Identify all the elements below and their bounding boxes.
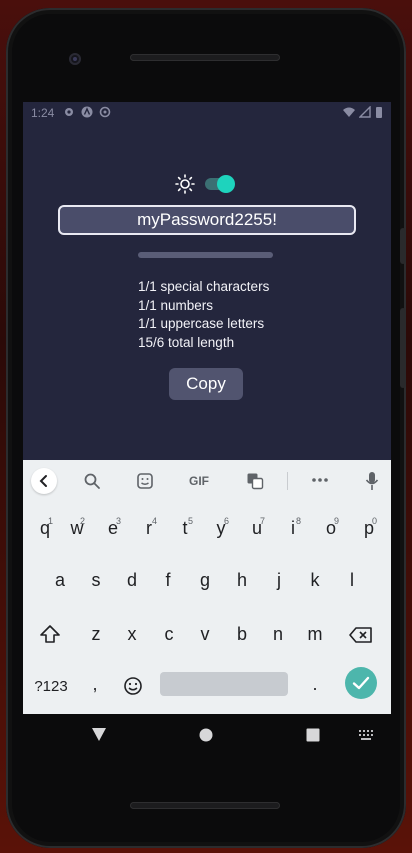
key-m[interactable]: m [304,624,326,645]
key-g[interactable]: g [195,570,215,591]
wifi-icon [343,107,355,117]
power-button [400,228,406,264]
key-a[interactable]: a [50,570,70,591]
more-icon[interactable] [311,476,329,484]
bottom-speaker [130,802,280,809]
requirements-list: 1/1 special characters 1/1 numbers 1/1 u… [138,278,269,352]
key-u[interactable]: u7 [247,516,267,539]
app-screen: 1:24 myPassword2255! 1/1 special charact… [23,102,391,714]
key-s[interactable]: s [86,570,106,591]
keyboard-toolbar: GIF [23,460,391,502]
space-bar[interactable] [160,672,288,696]
key-f[interactable]: f [158,570,178,591]
key-k[interactable]: k [305,570,325,591]
key-c[interactable]: c [159,624,179,645]
nav-back-icon[interactable] [91,727,107,743]
back-chevron-icon [39,475,47,487]
status-bar: 1:24 [23,102,391,124]
check-icon [352,676,370,690]
copy-button[interactable]: Copy [169,368,243,400]
status-time: 1:24 [31,106,55,120]
key-i[interactable]: i8 [283,516,303,539]
password-strength-bar [138,252,273,258]
requirement-numbers: 1/1 numbers [138,297,214,313]
key-t[interactable]: t5 [175,516,195,539]
key-p[interactable]: p0 [359,516,379,539]
settings-icon [65,108,73,116]
signal-icon [359,106,371,118]
emoji-icon[interactable] [123,676,143,696]
backspace-icon[interactable] [349,626,373,644]
password-input[interactable]: myPassword2255! [58,205,356,235]
key-l[interactable]: l [342,570,362,591]
requirement-length: 15/6 total length [138,334,235,350]
top-speaker [130,54,280,61]
key-w[interactable]: w2 [67,516,87,539]
key-z[interactable]: z [86,624,106,645]
key-h[interactable]: h [232,570,252,591]
soft-keyboard: GIF q1 w2 e3 r4 t5 y6 u7 i8 o9 p0 a s d … [23,460,391,714]
key-x[interactable]: x [122,624,142,645]
key-j[interactable]: j [269,570,289,591]
key-v[interactable]: v [195,624,215,645]
symbols-key[interactable]: ?123 [29,678,73,695]
system-nav-bar [23,714,391,758]
sun-icon [175,174,195,194]
key-d[interactable]: d [122,570,142,591]
key-period[interactable]: . [307,674,323,695]
requirement-uppercase: 1/1 uppercase letters [138,316,265,331]
enter-button[interactable] [345,667,377,699]
volume-button [400,308,406,388]
shift-icon[interactable] [39,624,61,644]
key-q[interactable]: q1 [35,516,55,539]
key-r[interactable]: r4 [139,516,159,539]
key-n[interactable]: n [268,624,288,645]
battery-icon [376,107,382,118]
key-b[interactable]: b [232,624,252,645]
key-o[interactable]: o9 [321,516,341,539]
key-e[interactable]: e3 [103,516,123,539]
sync-icon [99,106,111,118]
key-comma[interactable]: , [87,674,103,695]
requirement-special: 1/1 special characters [138,279,270,294]
keyboard-back-button[interactable] [31,468,57,494]
a11y-icon [81,106,93,118]
gif-icon[interactable]: GIF [185,470,213,492]
front-camera [69,53,81,65]
toolbar-divider [287,472,288,490]
theme-toggle-row [175,172,239,196]
theme-switch-thumb[interactable] [217,175,235,193]
nav-recents-icon[interactable] [306,728,320,742]
keyboard-switch-icon[interactable] [359,730,375,740]
search-icon[interactable] [83,472,101,490]
mic-icon[interactable] [365,471,379,491]
key-y[interactable]: y6 [211,516,231,539]
sticker-icon[interactable] [136,472,154,490]
nav-home-icon[interactable] [199,728,213,742]
translate-icon[interactable] [246,472,264,490]
